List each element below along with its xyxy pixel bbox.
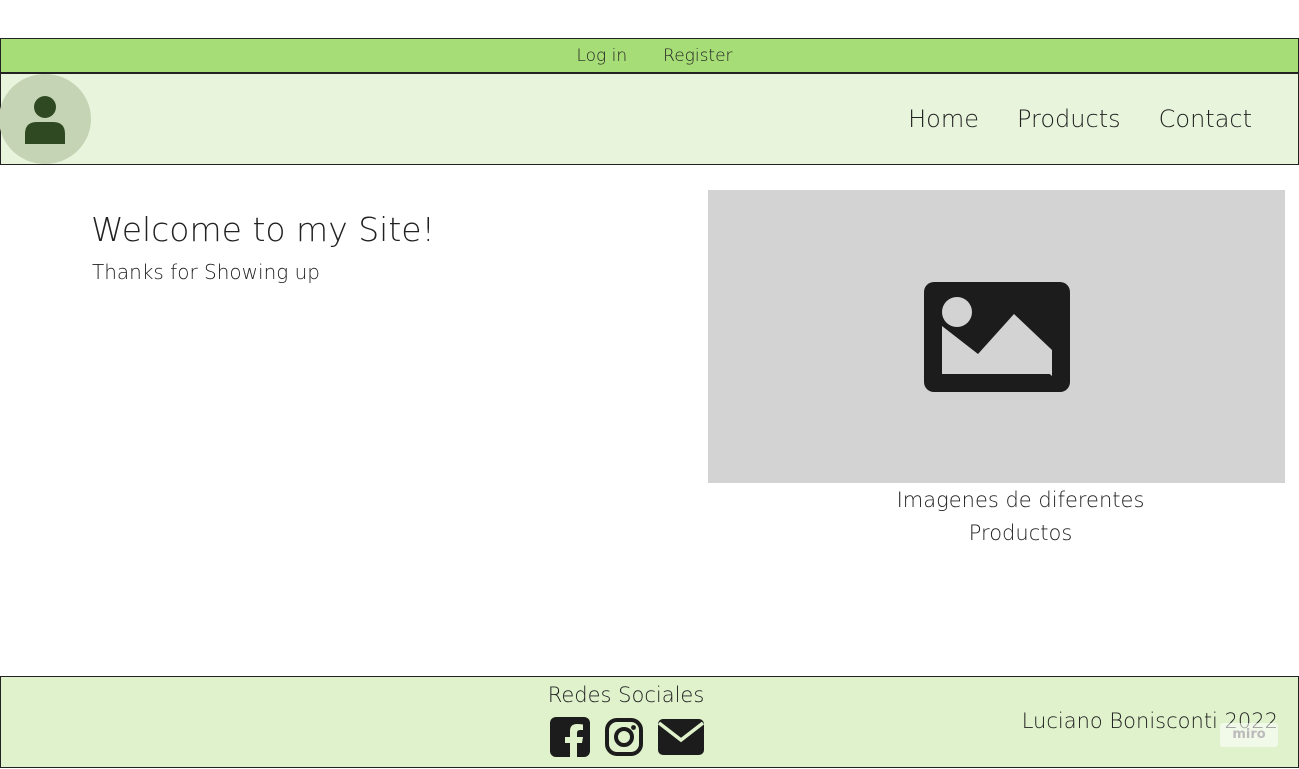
- nav-products[interactable]: Products: [1017, 105, 1121, 133]
- social-title: Redes Sociales: [547, 683, 705, 707]
- image-placeholder-icon: [923, 281, 1070, 392]
- user-icon: [25, 96, 65, 144]
- page-title: Welcome to my Site!: [91, 210, 435, 249]
- image-caption: Imagenes de diferentes Productos: [896, 488, 1145, 545]
- avatar[interactable]: [0, 74, 91, 164]
- main-header: Home Products Contact: [0, 73, 1299, 165]
- miro-badge[interactable]: miro: [1220, 723, 1278, 747]
- register-link[interactable]: Register: [663, 46, 732, 66]
- nav-home[interactable]: Home: [908, 105, 979, 133]
- main-nav: Home Products Contact: [908, 74, 1252, 164]
- footer: Redes Sociales Luciano Bonisconti 2022 m…: [0, 676, 1299, 768]
- instagram-icon[interactable]: [604, 717, 644, 757]
- social-icons: [549, 716, 705, 758]
- facebook-icon[interactable]: [549, 716, 591, 758]
- page: Log in Register Home Products Contact We…: [0, 0, 1299, 769]
- product-image: [708, 190, 1285, 483]
- page-subtitle: Thanks for Showing up: [92, 260, 320, 284]
- login-link[interactable]: Log in: [576, 46, 627, 66]
- nav-contact[interactable]: Contact: [1159, 105, 1252, 133]
- auth-bar: Log in Register: [0, 38, 1299, 73]
- mail-icon[interactable]: [657, 718, 705, 756]
